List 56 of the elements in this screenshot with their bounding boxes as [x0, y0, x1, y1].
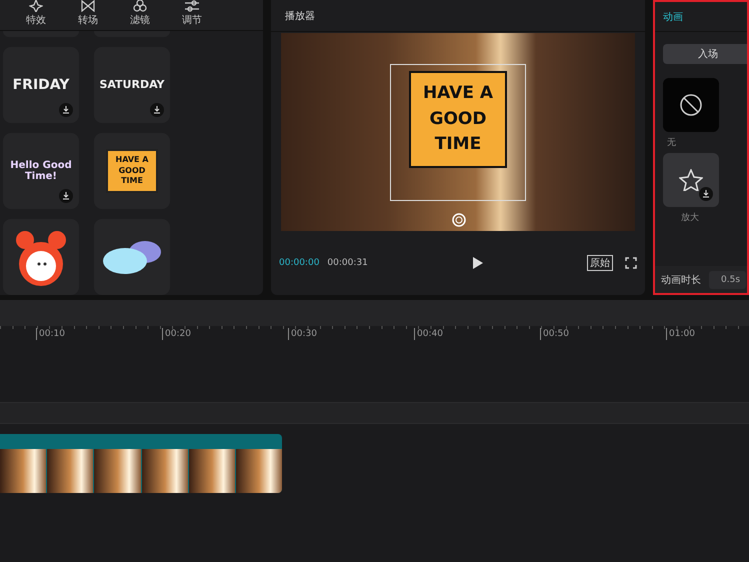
time-tick: 00:50: [540, 328, 666, 340]
play-button[interactable]: [470, 256, 484, 270]
clip-frame: [0, 449, 46, 493]
time-tick: 01:00: [666, 328, 749, 340]
sticker-text: Hello Good Time!: [9, 160, 73, 182]
cloud-drawing: [101, 239, 163, 275]
time-tick: 00:30: [288, 328, 414, 340]
sticker-thumbnail[interactable]: FRIDAY: [3, 47, 79, 123]
animation-label: 无: [666, 137, 677, 149]
selection-frame[interactable]: HAVE A GOOD TIME: [390, 64, 526, 201]
clip-frame: [47, 449, 94, 493]
video-clip[interactable]: [0, 434, 282, 493]
animation-option[interactable]: [663, 78, 719, 132]
sticker-thumbnail[interactable]: SATURDAY: [94, 47, 170, 123]
alarm-clock-drawing: [13, 228, 69, 286]
circles-icon: [133, 0, 147, 12]
time-tick: 00:10: [36, 328, 162, 340]
current-time: 00:00:00: [279, 258, 320, 268]
sparkle-icon: [29, 0, 43, 12]
download-icon: [59, 103, 73, 117]
animation-tab[interactable]: 入场: [663, 44, 747, 64]
time-tick: 00:20: [162, 328, 288, 340]
toolbar-tab[interactable]: 调节: [166, 0, 218, 30]
panel-title: 动画: [663, 10, 683, 24]
sticker-thumbnail[interactable]: HAVE A GOOD TIME: [94, 133, 170, 209]
bowtie-icon: [81, 0, 95, 12]
sticker-text: SATURDAY: [99, 78, 165, 92]
time-tick: 00:40: [414, 328, 540, 340]
sticker-card: HAVE A GOOD TIME: [106, 148, 158, 194]
sticker-thumbnail[interactable]: Hello Good Time!: [3, 133, 79, 209]
sticker-overlay[interactable]: HAVE A GOOD TIME: [409, 71, 507, 168]
animation-option[interactable]: [663, 153, 719, 207]
animation-label: 放大: [680, 212, 700, 224]
total-time: 00:00:31: [327, 258, 368, 268]
clip-frame: [94, 449, 141, 493]
sticker-thumbnail[interactable]: [94, 219, 170, 295]
rotate-icon[interactable]: [452, 213, 466, 227]
clip-frame: [236, 449, 282, 493]
download-icon: [699, 187, 713, 201]
download-icon: [59, 189, 73, 203]
ratio-button[interactable]: 原始: [587, 255, 613, 271]
sticker-text: FRIDAY: [12, 76, 70, 94]
duration-label: 动画时长: [661, 274, 701, 286]
sliders-icon: [185, 0, 199, 12]
toolbar-tab[interactable]: 滤镜: [114, 0, 166, 30]
download-icon: [150, 103, 164, 117]
duration-field[interactable]: 0.5s: [709, 270, 746, 288]
toolbar-tab[interactable]: 转场: [62, 0, 114, 30]
clip-frame: [142, 449, 188, 493]
clip-frame: [188, 449, 235, 493]
prohibited-icon: [680, 94, 702, 116]
star-icon: [679, 169, 703, 191]
toolbar-tab[interactable]: 特效: [10, 0, 62, 30]
fullscreen-button[interactable]: [625, 257, 637, 269]
panel-title: 播放器: [285, 10, 315, 22]
sticker-thumbnail[interactable]: [3, 219, 79, 295]
